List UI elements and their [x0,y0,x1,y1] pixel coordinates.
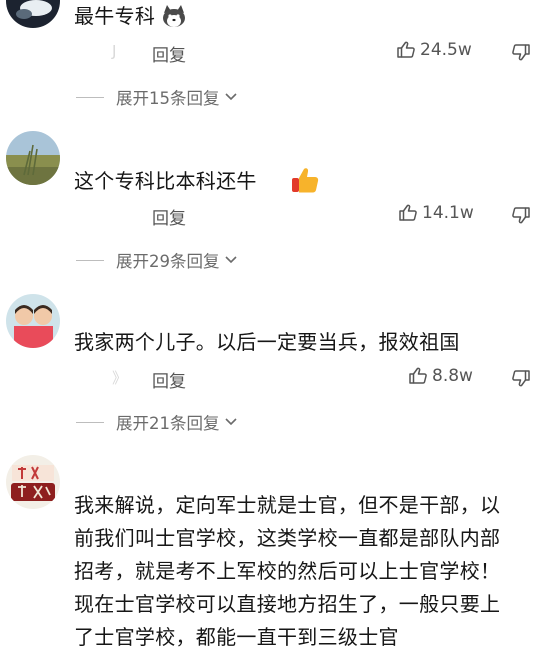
expand-replies[interactable]: 展开15条回复 [76,85,238,109]
husky-emoji [161,4,187,28]
expand-replies[interactable]: 展开21条回复 [76,410,238,434]
expand-replies-label: 展开21条回复 [116,414,220,433]
comment-text: 我家两个儿子。以后一定要当兵，报效祖国 [74,330,460,354]
dislike-button[interactable] [511,205,531,225]
expand-replies[interactable]: 展开29条回复 [76,248,238,272]
chevron-down-icon [224,93,237,101]
comment-line: 我来解说，定向军士就是士官，但不是干部，以 [74,493,501,517]
comment-line: 前我们叫士官学校，这类学校一直都是部队内部 [74,526,501,550]
thumb-down-icon [512,44,530,61]
avatar[interactable] [6,0,60,28]
faded-char: 》 [112,369,128,387]
comment-text: 我来解说，定向军士就是士官，但不是干部，以 前我们叫士官学校，这类学校一直都是部… [74,489,544,654]
like-count: 8.8w [432,366,473,386]
like-button[interactable]: 14.1w [398,203,474,223]
like-count: 14.1w [422,203,474,223]
avatar[interactable] [6,294,60,348]
avatar[interactable] [6,455,60,509]
faded-char: J [112,42,117,60]
chevron-down-icon [224,256,237,264]
like-button[interactable]: 8.8w [408,366,473,386]
comment-line: 了士官学校，都能一直干到三级士官 [74,625,399,649]
dislike-button[interactable] [511,42,531,62]
divider-line [76,259,104,261]
like-button[interactable]: 24.5w [396,40,472,60]
reply-button[interactable]: 回复 [152,204,186,229]
expand-replies-label: 展开15条回复 [116,89,220,108]
thumb-up-icon [409,367,427,384]
chevron-down-icon [224,418,237,426]
divider-line [76,421,104,423]
dislike-button[interactable] [511,368,531,388]
comment-text: 这个专科比本科还牛 [74,169,257,193]
comment-text: 最牛专科 [74,4,156,28]
divider-line [76,96,104,98]
thumb-up-icon [399,204,417,221]
reply-button[interactable]: 回复 [152,41,186,66]
comment-line: 现在士官学校可以直接地方招生了，一般只要上 [74,592,501,616]
comment-line: 招考，就是考不上军校的然后可以上士官学校！ [74,559,501,583]
like-count: 24.5w [420,40,472,60]
thumbs-up-emoji [290,166,320,194]
avatar[interactable] [6,131,60,185]
thumb-down-icon [512,370,530,387]
expand-replies-label: 展开29条回复 [116,252,220,271]
thumb-up-icon [397,41,415,58]
reply-button[interactable]: 回复 [152,367,186,392]
thumb-down-icon [512,207,530,224]
